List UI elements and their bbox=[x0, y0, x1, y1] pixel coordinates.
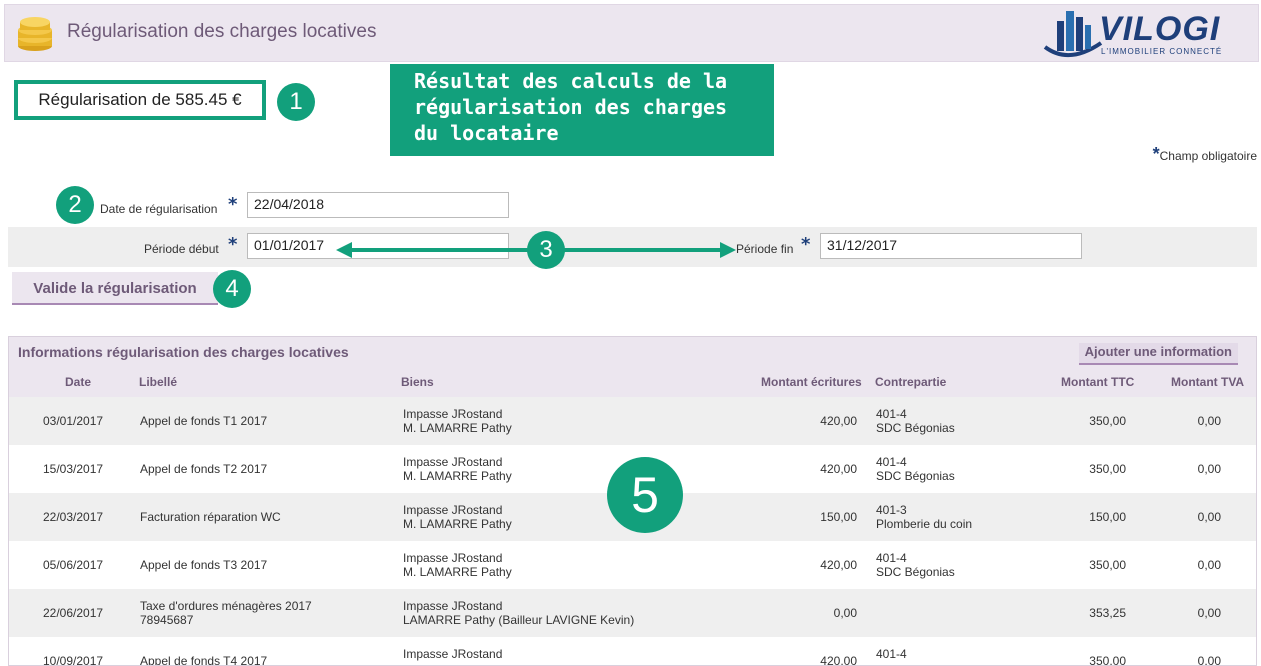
cell-contrepartie: 401-4 SDC Bégonias bbox=[876, 455, 955, 483]
cell-montant-ecritures: 420,00 bbox=[820, 462, 857, 476]
cell-biens: Impasse JRostand M. LAMARRE Pathy bbox=[403, 551, 512, 579]
cell-montant-tva: 0,00 bbox=[1197, 606, 1221, 620]
cell-date: 03/01/2017 bbox=[43, 414, 104, 428]
cell-libelle: Appel de fonds T3 2017 bbox=[140, 558, 268, 572]
cell-montant-ttc: 350,00 bbox=[1089, 414, 1126, 428]
step-badge-3: 3 bbox=[527, 231, 565, 269]
step-badge-1: 1 bbox=[277, 83, 315, 121]
cell-contrepartie: 401-3 Plomberie du coin bbox=[876, 503, 973, 531]
panel-title: Informations régularisation des charges … bbox=[18, 344, 349, 360]
step-badge-2: 2 bbox=[56, 186, 94, 224]
col-header-date: Date bbox=[65, 375, 92, 389]
cell-libelle: Taxe d'ordures ménagères 2017 78945687 bbox=[140, 599, 312, 627]
col-header-libelle: Libellé bbox=[139, 375, 178, 389]
page-title: Régularisation des charges locatives bbox=[67, 21, 377, 42]
cell-date: 15/03/2017 bbox=[43, 462, 104, 476]
required-star-icon: * bbox=[1152, 144, 1160, 164]
cell-date: 22/06/2017 bbox=[43, 606, 104, 620]
cell-libelle: Facturation réparation WC bbox=[140, 510, 281, 524]
cell-date: 10/09/2017 bbox=[43, 654, 104, 666]
table-row[interactable]: 03/01/2017 Appel de fonds T1 2017 Impass… bbox=[9, 397, 1256, 445]
col-header-biens: Biens bbox=[401, 375, 434, 389]
cell-montant-ttc: 350,00 bbox=[1089, 558, 1126, 572]
cell-date: 05/06/2017 bbox=[43, 558, 104, 572]
cell-date: 22/03/2017 bbox=[43, 510, 104, 524]
col-header-montant-tva: Montant TVA bbox=[1171, 375, 1245, 389]
cell-montant-ecritures: 420,00 bbox=[820, 654, 857, 666]
cell-contrepartie: 401-4 SDC Bégonias bbox=[876, 407, 955, 435]
cell-libelle: Appel de fonds T2 2017 bbox=[140, 462, 268, 476]
col-header-montant-ttc: Montant TTC bbox=[1061, 375, 1135, 389]
cell-montant-tva: 0,00 bbox=[1197, 414, 1221, 428]
start-date-label: Période début bbox=[144, 242, 219, 256]
add-information-button[interactable]: Ajouter une information bbox=[1078, 343, 1238, 365]
table-row[interactable]: 22/06/2017 Taxe d'ordures ménagères 2017… bbox=[9, 589, 1256, 637]
validate-regularisation-button[interactable]: Valide la régularisation bbox=[12, 272, 218, 305]
step-badge-5: 5 bbox=[607, 457, 683, 533]
cell-biens: Impasse JRostand M. LAMARRE Pathy bbox=[403, 455, 512, 483]
cell-montant-ttc: 350,00 bbox=[1089, 462, 1126, 476]
table-row[interactable]: 10/09/2017 Appel de fonds T4 2017 Impass… bbox=[9, 637, 1256, 666]
date-regularisation-input[interactable]: 22/04/2018 bbox=[247, 192, 509, 218]
cell-montant-tva: 0,00 bbox=[1197, 510, 1221, 524]
col-header-montant-ecritures: Montant écritures bbox=[761, 375, 862, 389]
cell-montant-ecritures: 420,00 bbox=[820, 414, 857, 428]
cell-contrepartie: 401-4 bbox=[876, 647, 907, 661]
cell-biens: Impasse JRostand M. LAMARRE Pathy bbox=[403, 407, 512, 435]
required-field-note: *Champ obligatoire bbox=[1152, 144, 1257, 164]
cell-contrepartie: 401-4 SDC Bégonias bbox=[876, 551, 955, 579]
cell-montant-ecritures: 0,00 bbox=[833, 606, 857, 620]
required-star-icon: * bbox=[228, 234, 238, 255]
cell-biens: Impasse JRostand M. LAMARRE Pathy bbox=[403, 503, 512, 531]
logo-tagline: L'IMMOBILIER CONNECTÉ bbox=[1101, 47, 1223, 56]
cell-montant-ttc: 350,00 bbox=[1089, 654, 1126, 666]
table-row[interactable]: 05/06/2017 Appel de fonds T3 2017 Impass… bbox=[9, 541, 1256, 589]
cell-montant-ttc: 353,25 bbox=[1089, 606, 1126, 620]
cell-montant-ecritures: 150,00 bbox=[820, 510, 857, 524]
end-date-label: Période fin bbox=[736, 242, 794, 256]
coins-icon bbox=[18, 17, 52, 51]
logo-name: VILOGI bbox=[1099, 10, 1221, 48]
col-header-contrepartie: Contrepartie bbox=[875, 375, 947, 389]
cell-montant-ecritures: 420,00 bbox=[820, 558, 857, 572]
required-star-icon: * bbox=[228, 194, 238, 215]
result-callout: Résultat des calculs de la régularisatio… bbox=[390, 64, 774, 156]
cell-libelle: Appel de fonds T1 2017 bbox=[140, 414, 268, 428]
page-header: Régularisation des charges locatives VIL… bbox=[4, 4, 1259, 62]
building-logo-icon bbox=[1043, 11, 1103, 58]
cell-libelle: Appel de fonds T4 2017 bbox=[140, 654, 268, 666]
step-badge-4: 4 bbox=[213, 270, 251, 308]
end-date-input[interactable]: 31/12/2017 bbox=[820, 233, 1082, 259]
cell-montant-tva: 0,00 bbox=[1197, 654, 1221, 666]
vilogi-logo: VILOGI L'IMMOBILIER CONNECTÉ bbox=[1039, 9, 1251, 61]
cell-montant-tva: 0,00 bbox=[1197, 462, 1221, 476]
regularisation-total: Régularisation de 585.45 € bbox=[14, 80, 266, 120]
cell-biens: Impasse JRostand LAMARRE Pathy (Bailleur … bbox=[403, 599, 635, 627]
cell-montant-ttc: 150,00 bbox=[1089, 510, 1126, 524]
panel-header: Informations régularisation des charges … bbox=[9, 337, 1256, 397]
required-star-icon: * bbox=[801, 234, 811, 255]
date-label: Date de régularisation bbox=[100, 202, 218, 216]
cell-biens: Impasse JRostand bbox=[403, 647, 503, 661]
cell-montant-tva: 0,00 bbox=[1197, 558, 1221, 572]
